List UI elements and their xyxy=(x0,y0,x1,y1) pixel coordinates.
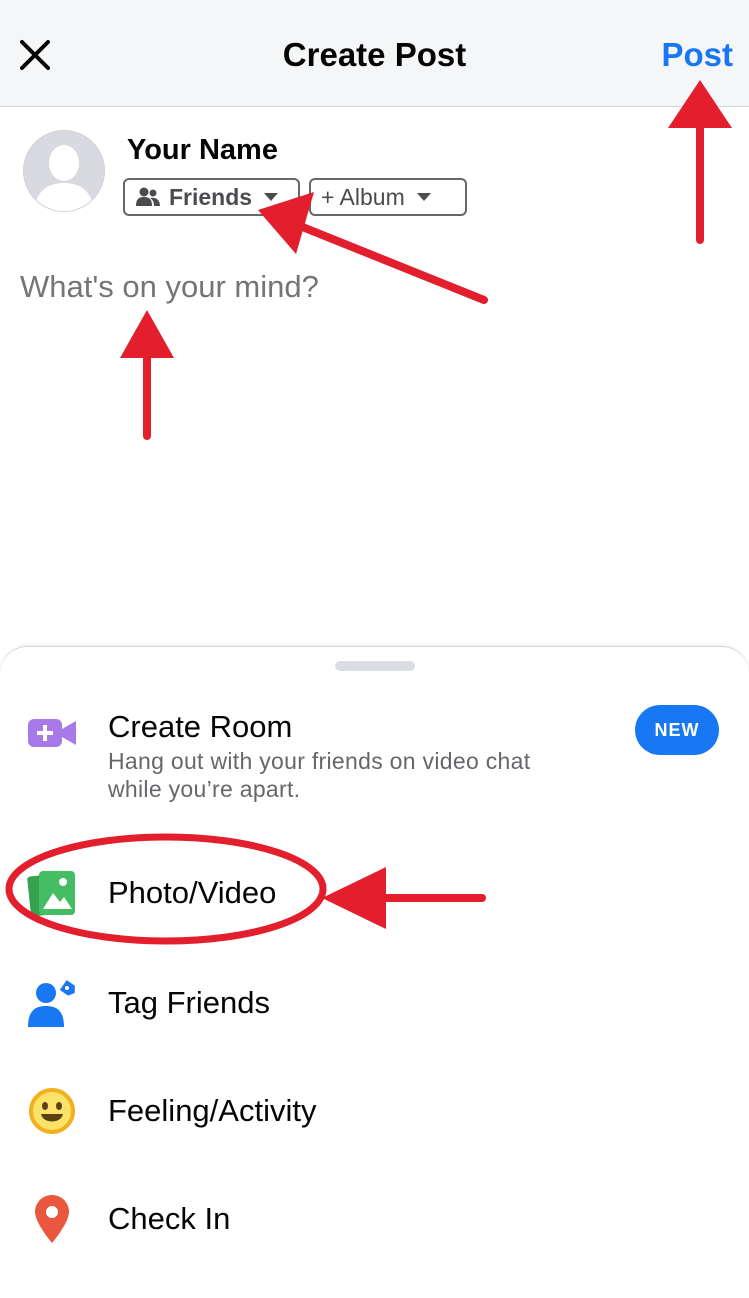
option-create-room[interactable]: Create Room Hang out with your friends o… xyxy=(0,699,749,819)
post-button[interactable]: Post xyxy=(661,36,733,74)
option-subtitle: Hang out with your friends on video chat… xyxy=(108,748,531,802)
user-name: Your Name xyxy=(127,134,278,166)
album-label: + Album xyxy=(321,183,405,210)
smiley-icon xyxy=(26,1085,78,1137)
option-label: Tag Friends xyxy=(108,985,270,1020)
post-text-input[interactable] xyxy=(20,262,720,312)
close-button[interactable] xyxy=(14,34,56,76)
post-options-sheet: Create Room Hang out with your friends o… xyxy=(0,646,749,1298)
option-feeling-activity[interactable]: Feeling/Activity xyxy=(0,1061,749,1161)
option-photo-video[interactable]: Photo/Video xyxy=(0,843,749,943)
option-label: Photo/Video xyxy=(108,875,277,910)
option-label: Check In xyxy=(108,1201,231,1236)
avatar[interactable] xyxy=(23,130,105,212)
audience-label: Friends xyxy=(169,183,253,210)
option-check-in[interactable]: Check In xyxy=(0,1169,749,1269)
tag-friends-icon xyxy=(26,977,78,1029)
location-pin-icon xyxy=(26,1193,78,1245)
arrow-to-text-input xyxy=(120,310,174,440)
page-title: Create Post xyxy=(282,36,467,73)
photo-icon xyxy=(26,867,78,919)
top-bar: Create Post Post xyxy=(0,0,749,107)
friends-icon xyxy=(136,187,160,206)
audience-selector[interactable]: Friends xyxy=(123,178,300,216)
option-label: Feeling/Activity xyxy=(108,1093,317,1128)
video-camera-plus-icon xyxy=(26,707,78,759)
option-tag-friends[interactable]: Tag Friends xyxy=(0,953,749,1053)
option-label: Create Room xyxy=(108,709,293,744)
close-icon xyxy=(20,40,50,70)
sheet-drag-handle[interactable] xyxy=(335,661,415,671)
default-avatar-icon xyxy=(24,131,104,211)
chevron-down-icon xyxy=(416,193,431,201)
album-selector[interactable]: + Album xyxy=(309,178,467,216)
chevron-down-icon xyxy=(264,193,279,201)
new-badge: NEW xyxy=(635,705,719,755)
